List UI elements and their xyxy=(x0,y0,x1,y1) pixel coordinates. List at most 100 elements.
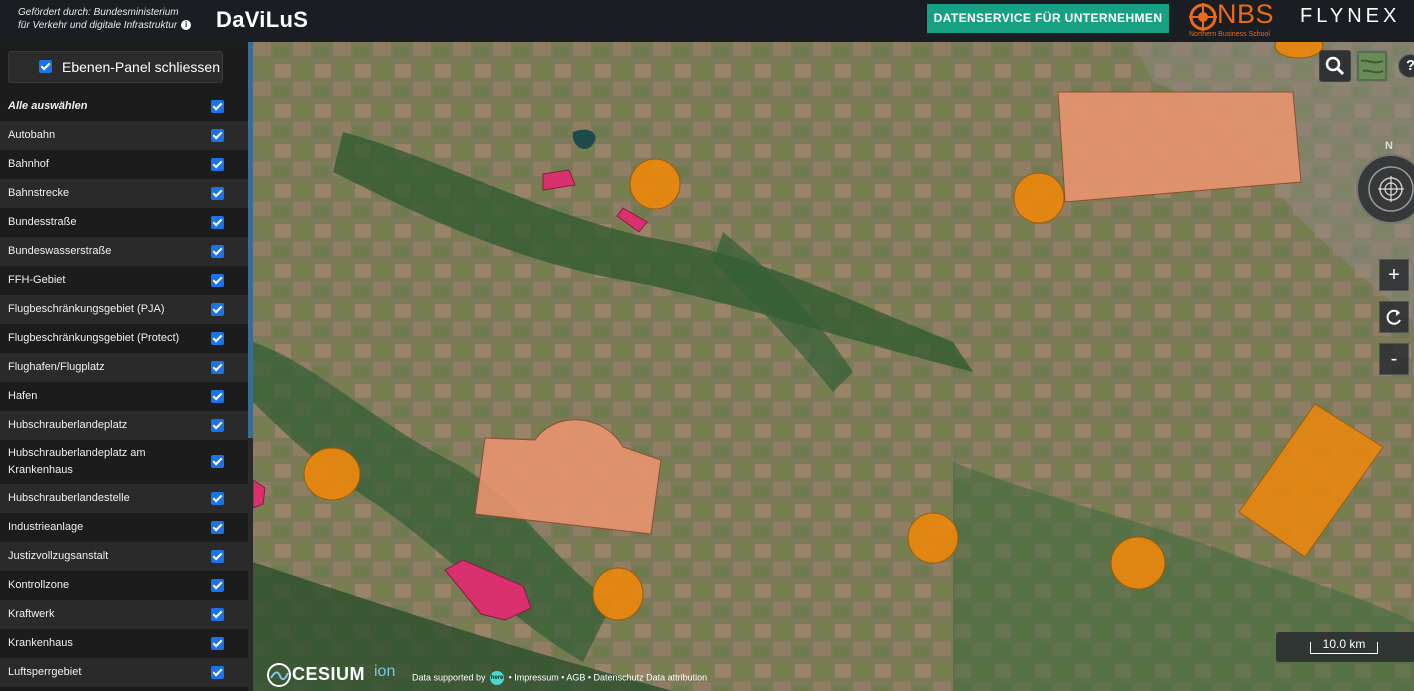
satellite-map[interactable] xyxy=(253,42,1414,691)
layer-row[interactable]: Kontrollzone xyxy=(0,571,248,600)
select-all-label: Alle auswählen xyxy=(8,100,88,112)
layer-checkbox[interactable] xyxy=(211,245,224,258)
here-logo-icon[interactable]: here xyxy=(490,671,505,685)
layer-row[interactable]: Hubschrauberlandeplatz xyxy=(0,411,248,440)
layer-checkbox[interactable] xyxy=(211,637,224,650)
layer-row[interactable]: Krankenhaus xyxy=(0,629,248,658)
panel-toggle-label: Ebenen-Panel schliessen xyxy=(62,59,220,75)
layer-checkbox[interactable] xyxy=(211,550,224,563)
funding-line-2: für Verkehr und digitale Infrastruktur i xyxy=(18,19,192,32)
layer-checkbox[interactable] xyxy=(211,216,224,229)
layer-checkbox[interactable] xyxy=(211,608,224,621)
nbs-logo[interactable]: NBS Northern Business School xyxy=(1187,0,1287,40)
layer-row[interactable]: Hafen xyxy=(0,382,248,411)
layer-checkbox[interactable] xyxy=(211,492,224,505)
scale-label: 10.0 km xyxy=(1322,637,1366,651)
base-layer-picker-button[interactable] xyxy=(1356,50,1388,82)
layer-label: Hafen xyxy=(8,390,38,402)
layer-row[interactable]: Kraftwerk xyxy=(0,600,248,629)
compass-icon xyxy=(1368,166,1414,212)
layer-label: Industrieanlage xyxy=(8,521,84,533)
funding-notice: Gefördert durch: Bundesministerium für V… xyxy=(18,6,192,32)
reset-view-icon xyxy=(1386,309,1401,325)
app-title: DaViLuS xyxy=(216,7,309,32)
layer-label: Bundesstraße xyxy=(8,216,77,228)
layer-checkbox[interactable] xyxy=(211,390,224,403)
layer-checkbox[interactable] xyxy=(211,158,224,171)
layer-label: Kontrollzone xyxy=(8,579,70,591)
layer-label: Bundeswasserstraße xyxy=(8,245,112,257)
layer-checkbox[interactable] xyxy=(211,666,224,679)
layer-label: Flughafen/Flugplatz xyxy=(8,361,105,373)
map-thumbnail-icon xyxy=(1359,53,1385,79)
layer-row[interactable]: Industrieanlage xyxy=(0,513,248,542)
flynex-logo[interactable]: FLYNEX xyxy=(1300,5,1400,28)
layer-label: Luftsperrgebiet xyxy=(8,666,82,678)
layer-label: Flugbeschränkungsgebiet (Protect) xyxy=(8,332,180,344)
layer-checkbox[interactable] xyxy=(211,419,224,432)
nbs-subtitle: Northern Business School xyxy=(1189,31,1270,38)
layer-checkbox[interactable] xyxy=(211,129,224,142)
zoom-reset-button[interactable] xyxy=(1379,301,1409,333)
top-bar: Gefördert durch: Bundesministerium für V… xyxy=(0,0,1414,42)
layer-checkbox[interactable] xyxy=(211,455,224,468)
layer-checkbox[interactable] xyxy=(211,332,224,345)
layer-checkbox[interactable] xyxy=(211,579,224,592)
layer-row[interactable]: Justizvollzugsanstalt xyxy=(0,542,248,571)
cesium-label[interactable]: CESIUM xyxy=(292,664,365,685)
nbs-text: NBS xyxy=(1217,0,1275,29)
layer-row[interactable]: Flughafen/Flugplatz xyxy=(0,353,248,382)
layer-label: Flugbeschränkungsgebiet (PJA) xyxy=(8,303,165,315)
info-icon[interactable]: i xyxy=(181,20,192,31)
compass-north-label: N xyxy=(1385,140,1393,152)
layer-row[interactable]: Bahnstrecke xyxy=(0,179,248,208)
datenservice-button[interactable]: DATENSERVICE FÜR UNTERNEHMEN xyxy=(927,4,1169,33)
attribution-prefix: Data supported by xyxy=(412,672,486,683)
layer-row[interactable]: FFH-Gebiet xyxy=(0,266,248,295)
select-all-checkbox[interactable] xyxy=(211,100,224,113)
restriction-zone-salmon[interactable] xyxy=(1057,91,1302,203)
layer-list: Alle auswählen Autobahn Bahnhof Bahnstre… xyxy=(0,92,248,687)
layer-checkbox[interactable] xyxy=(211,274,224,287)
cesium-icon xyxy=(267,663,291,687)
compass-widget[interactable] xyxy=(1356,154,1414,224)
attribution-links[interactable]: • Impressum • AGB • Datenschutz Data att… xyxy=(509,672,708,682)
checkbox-icon[interactable] xyxy=(39,60,52,73)
layer-label: Justizvollzugsanstalt xyxy=(8,550,109,562)
layer-label: Hubschrauberlandeplatz xyxy=(8,419,128,431)
layer-row[interactable]: Flugbeschränkungsgebiet (PJA) xyxy=(0,295,248,324)
layer-row[interactable]: Bundeswasserstraße xyxy=(0,237,248,266)
layer-label: Bahnstrecke xyxy=(8,187,70,199)
layer-label: Bahnhof xyxy=(8,158,49,170)
layer-row[interactable]: Luftsperrgebiet xyxy=(0,658,248,687)
scale-bar: 10.0 km xyxy=(1276,632,1414,662)
zoom-out-button[interactable]: - xyxy=(1379,343,1409,375)
layer-row[interactable]: Autobahn xyxy=(0,121,248,150)
map-viewer[interactable]: ? N + - 10.0 km CESIUM ion Data supporte… xyxy=(253,42,1414,691)
layer-row-select-all[interactable]: Alle auswählen xyxy=(0,92,248,121)
layer-checkbox[interactable] xyxy=(211,521,224,534)
layer-panel: Ebenen-Panel schliessen Alle auswählen A… xyxy=(0,42,248,691)
layer-row[interactable]: Bahnhof xyxy=(0,150,248,179)
zoom-in-button[interactable]: + xyxy=(1379,259,1409,291)
layer-row[interactable]: Hubschrauberlandeplatz am Krankenhaus xyxy=(0,440,248,484)
layer-checkbox[interactable] xyxy=(211,187,224,200)
layer-row[interactable]: Bundesstraße xyxy=(0,208,248,237)
panel-toggle-button[interactable]: Ebenen-Panel schliessen xyxy=(8,51,223,83)
attribution-text: Data supported by here • Impressum • AGB… xyxy=(412,671,707,685)
layer-label: Autobahn xyxy=(8,129,56,141)
layer-row[interactable]: Flugbeschränkungsgebiet (Protect) xyxy=(0,324,248,353)
cesium-ion-label[interactable]: ion xyxy=(374,663,395,681)
layer-label: Krankenhaus xyxy=(8,637,73,649)
layer-checkbox[interactable] xyxy=(211,361,224,374)
layer-label: Kraftwerk xyxy=(8,608,55,620)
layer-label: Hubschrauberlandestelle xyxy=(8,492,130,504)
nbs-mark-icon xyxy=(1189,3,1217,31)
layer-row[interactable]: Hubschrauberlandestelle xyxy=(0,484,248,513)
layer-label: FFH-Gebiet xyxy=(8,274,66,286)
layer-label: Hubschrauberlandeplatz am Krankenhaus xyxy=(8,447,146,476)
funding-line-1: Gefördert durch: Bundesministerium xyxy=(18,7,179,18)
layer-checkbox[interactable] xyxy=(211,303,224,316)
map-search-button[interactable] xyxy=(1319,50,1351,82)
search-icon xyxy=(1325,56,1345,76)
